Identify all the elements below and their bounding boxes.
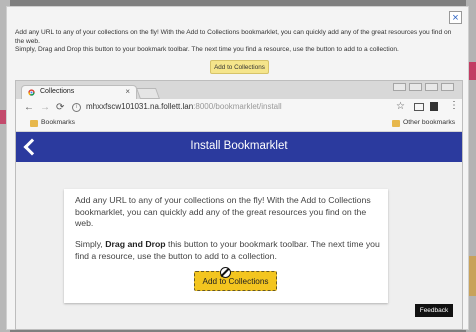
browser-tab-bar: Collections × — [16, 81, 462, 99]
tab-close-icon[interactable]: × — [125, 87, 130, 96]
address-url[interactable]: mhxxfscw101031.na.follett.lan:8000/bookm… — [86, 102, 282, 111]
film-icon[interactable] — [430, 102, 438, 111]
window-close-icon[interactable] — [441, 83, 454, 91]
star-icon[interactable]: ☆ — [396, 101, 405, 112]
card-paragraph-2: Simply, Drag and Drop this button to you… — [75, 239, 381, 262]
maximize-icon[interactable] — [425, 83, 438, 91]
not-allowed-cursor-icon — [220, 267, 231, 278]
new-tab-button[interactable] — [135, 88, 161, 99]
bookmarks-folder[interactable]: Bookmarks — [41, 119, 75, 126]
folder-icon — [30, 120, 38, 127]
folder-icon — [392, 120, 400, 127]
bookmarklet-card: Add any URL to any of your collections o… — [64, 189, 388, 303]
background-accent-right — [468, 62, 476, 80]
url-host: mhxxfscw101031.na.follett.lan — [86, 102, 194, 111]
browser-tab-title: Collections — [40, 88, 75, 95]
reload-icon[interactable]: ⟳ — [56, 102, 64, 113]
forward-arrow-icon[interactable]: → — [40, 102, 50, 113]
para2-bold: Drag and Drop — [105, 239, 166, 249]
url-path: :8000/bookmarklet/install — [193, 102, 282, 111]
browser-toolbar: ← → ⟳ i mhxxfscw101031.na.follett.lan:80… — [16, 99, 462, 118]
info-icon[interactable]: i — [72, 103, 81, 112]
feedback-button[interactable]: Feedback — [415, 304, 453, 317]
page-title: Install Bookmarklet — [190, 140, 288, 152]
cast-icon[interactable] — [414, 103, 424, 111]
address-bar[interactable]: i mhxxfscw101031.na.follett.lan:8000/boo… — [72, 102, 372, 114]
bookmarks-bar: Bookmarks Other bookmarks — [16, 117, 462, 132]
modal-line-1: Add any URL to any of your collections o… — [15, 29, 452, 45]
browser-screenshot: Collections × ← → ⟳ i mhxxfscw101031.na.… — [15, 80, 463, 330]
modal-line-2: Simply, Drag and Drop this button to you… — [15, 46, 399, 53]
minimize-icon[interactable] — [409, 83, 422, 91]
card-paragraph-1: Add any URL to any of your collections o… — [75, 195, 371, 228]
close-icon[interactable]: × — [449, 11, 462, 24]
page-header: Install Bookmarklet — [16, 132, 462, 162]
other-bookmarks-folder[interactable]: Other bookmarks — [403, 119, 455, 126]
bookmarklet-modal: × Add any URL to any of your collections… — [6, 6, 469, 330]
chrome-logo-icon — [28, 89, 35, 96]
browser-tab[interactable]: Collections × — [21, 85, 137, 99]
page-content: Install Bookmarklet Add any URL to any o… — [16, 132, 462, 329]
modal-add-to-collections-button[interactable]: Add to Collections — [210, 60, 269, 74]
back-arrow-icon[interactable]: ← — [24, 102, 34, 113]
para2-prefix: Simply, — [75, 239, 106, 249]
window-control-icon[interactable] — [393, 83, 406, 91]
kebab-menu-icon[interactable]: ⋮ — [449, 100, 459, 111]
add-to-collections-button[interactable]: Add to Collections — [194, 271, 277, 291]
